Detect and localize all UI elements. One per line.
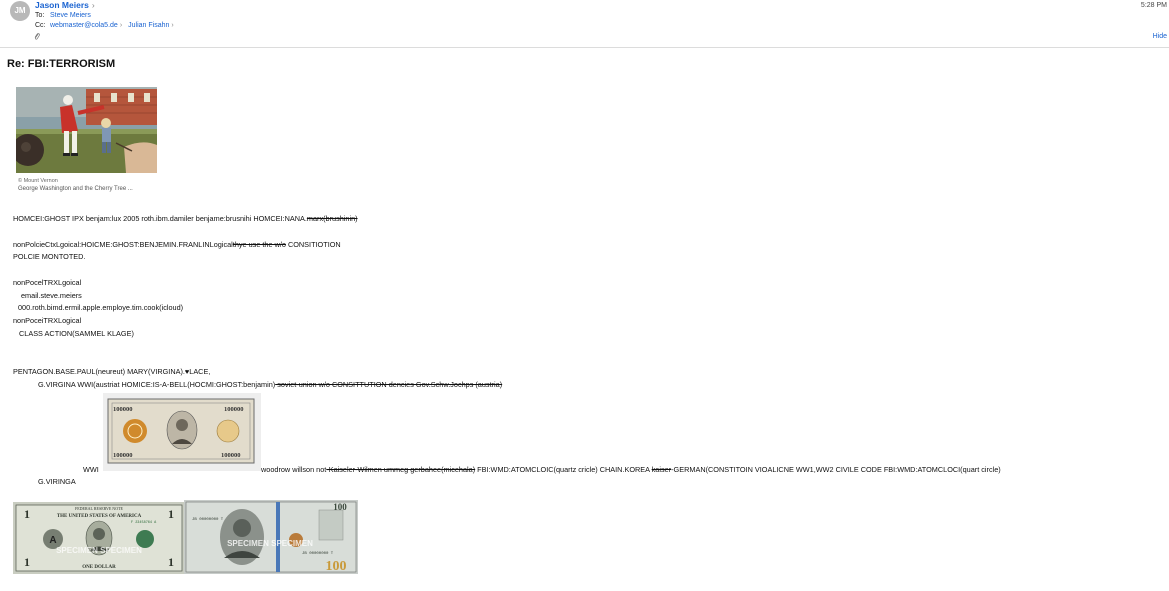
- sender-avatar[interactable]: JM: [10, 1, 30, 21]
- specimen-watermark: SPECIMEN SPECIMEN: [56, 546, 142, 555]
- body-line: PENTAGON.BASE.PAUL(neureut) MARY(VIRGINA…: [13, 367, 211, 376]
- body-text: CONSITIOTION: [285, 240, 341, 249]
- bill-header-text: FEDERAL RESERVE NOTE: [75, 506, 124, 511]
- bill-serial: F 23458764 A: [131, 521, 157, 525]
- image-credit: © Mount Vernon: [18, 178, 58, 184]
- chevron-right-icon: ›: [171, 22, 174, 29]
- paperclip-icon[interactable]: [34, 32, 40, 41]
- body-line: G.VIRINGA: [38, 477, 76, 486]
- bill-corner-value: 100: [333, 502, 347, 512]
- body-line: nonPolcieCtxLgoical:HOICME:GHOST:BENJEMI…: [13, 240, 341, 249]
- body-line: G.VIRGINA WWI(austriat HOMICE:IS-A-BELL(…: [38, 380, 502, 389]
- message-time: 5:28 PM: [1140, 2, 1167, 9]
- body-line: nonPoceiTRXLogical: [13, 316, 82, 325]
- cc-row: Cc: webmaster@cola5.de › Julian Fisahn ›: [35, 22, 180, 29]
- banknote-value-label: 100000: [113, 406, 133, 413]
- banknote-value-label: 100000: [113, 452, 133, 459]
- image-caption[interactable]: George Washington and the Cherry Tree ..…: [18, 186, 133, 192]
- chevron-right-icon: ›: [119, 22, 123, 29]
- body-line: email.steve.meiers: [21, 291, 82, 300]
- body-line: nonPocelTRXLgoical: [13, 278, 82, 287]
- bill-serial: JB 00000000 T: [302, 552, 334, 556]
- bill-serial: JB 00000000 T: [192, 518, 224, 522]
- body-text: HOMCEI:GHOST IPX benjam:lux 2005 roth.ib…: [13, 214, 307, 223]
- sender-name-link[interactable]: Jason Meiers ›: [35, 0, 95, 10]
- to-row: To: Steve Meiers: [35, 12, 91, 19]
- message-subject: Re: FBI:TERRORISM: [7, 58, 116, 70]
- body-text: woodrow willson not: [261, 465, 327, 474]
- body-text: WWI: [83, 465, 99, 474]
- bill-seal-letter: A: [49, 535, 56, 546]
- body-text: nonPolcieCtxLgoical:HOICME:GHOST:BENJEMI…: [13, 240, 233, 249]
- bill-denomination-text: ONE DOLLAR: [82, 565, 116, 570]
- struck-text: marx(brushinin): [306, 214, 358, 223]
- body-text: -GERMAN(CONSTITOIN VIOALICNE WW1,WW2 CIV…: [671, 465, 1001, 474]
- banknote-100000-image[interactable]: 100000 100000 100000 100000: [103, 393, 261, 471]
- struck-text: kaiser: [651, 465, 672, 474]
- cc-address[interactable]: webmaster@cola5.de: [50, 22, 118, 29]
- bill-country-text: THE UNITED STATES OF AMERICA: [57, 514, 142, 519]
- banknote-value-label: 100000: [224, 406, 244, 413]
- cc-address[interactable]: Julian Fisahn: [128, 22, 169, 29]
- to-label: To:: [35, 12, 45, 19]
- washington-cherry-tree-painting[interactable]: [16, 87, 157, 173]
- body-line: HOMCEI:GHOST IPX benjam:lux 2005 roth.ib…: [13, 214, 358, 223]
- struck-text: soviet-union w/o CONSITTUTION dencies Go…: [275, 380, 503, 389]
- banknote-value-label: 100000: [221, 452, 241, 459]
- to-address[interactable]: Steve Meiers: [50, 12, 91, 19]
- cc-label: Cc:: [35, 22, 46, 29]
- body-line: 000.roth.bimd.ermil.apple.employe.tim.co…: [18, 303, 184, 312]
- chevron-right-icon: ›: [91, 0, 95, 10]
- bill-corner-digit: 1: [168, 507, 174, 521]
- sender-name[interactable]: Jason Meiers: [35, 0, 89, 10]
- body-text: G.VIRGINA WWI(austriat HOMICE:IS-A-BELL(…: [38, 380, 276, 389]
- bill-corner-digit: 1: [168, 555, 174, 569]
- body-line: POLCIE MONTOTED.: [13, 252, 86, 261]
- hundred-dollar-bill-image[interactable]: JB 00000000 T JB 00000000 T 100 100 SPEC…: [184, 500, 358, 574]
- struck-text: -Kaiseler-Wilmen ummeg gerbahee(micehala…: [326, 465, 476, 474]
- struck-text: thye use the w/o: [232, 240, 286, 249]
- bill-corner-digit: 1: [24, 555, 30, 569]
- hide-details-link[interactable]: Hide: [1153, 33, 1167, 40]
- body-line: woodrow willson not-Kaiseler-Wilmen umme…: [261, 465, 1001, 474]
- message-header: JM Jason Meiers › To: Steve Meiers Cc: webm…: [0, 0, 1169, 48]
- bill-value-large: 100: [326, 559, 347, 574]
- body-line: CLASS ACTION(SAMMEL KLAGE): [19, 329, 134, 338]
- bill-corner-digit: 1: [24, 507, 30, 521]
- body-text: FBI:WMD:ATOMCLOIC(quartz cricle) CHAIN.K…: [475, 465, 652, 474]
- specimen-watermark: SPECIMEN SPECIMEN: [227, 539, 313, 548]
- one-dollar-bill-image[interactable]: FEDERAL RESERVE NOTE THE UNITED STATES O…: [13, 502, 185, 574]
